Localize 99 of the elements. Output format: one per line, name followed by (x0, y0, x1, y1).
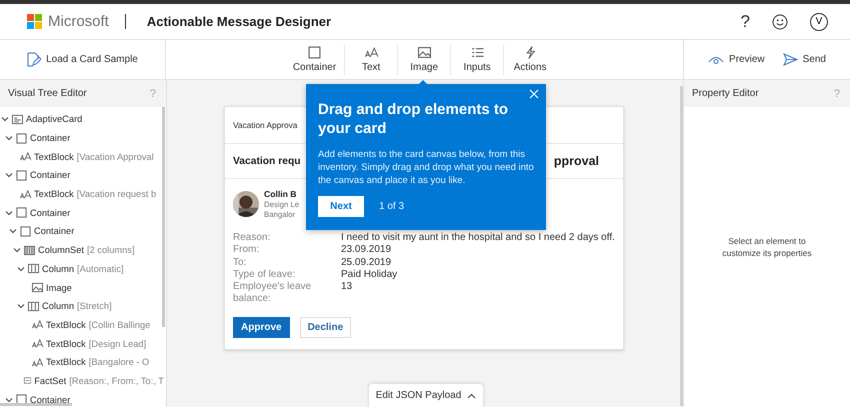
next-button[interactable]: Next (318, 196, 364, 217)
square-icon (16, 207, 27, 218)
tour-text: Add elements to the card canvas below, from this inventory. Simply drag and drop what you need into the canvas and place it as you like. (318, 148, 534, 187)
load-sample-button[interactable]: Load a Card Sample (25, 50, 140, 69)
tree-item-label[interactable]: Column (42, 301, 74, 312)
empty-state-text: Select an element to customize its properties (721, 235, 813, 259)
chevron-icon[interactable] (5, 134, 13, 142)
chevron-icon[interactable] (17, 264, 25, 273)
toolbox-item[interactable]: Container (284, 44, 344, 75)
tree-item-detail: [2 columns] (87, 245, 135, 256)
font-size-icon (32, 356, 43, 368)
decline-button[interactable]: Decline (300, 316, 352, 338)
tree-item-detail: [Bangalore - O (88, 357, 150, 368)
send-button[interactable]: Send (780, 51, 828, 68)
tree-item-label[interactable]: TextBlock (34, 152, 74, 162)
tree-item-label[interactable]: AdaptiveCard (26, 114, 82, 124)
font-size-icon (20, 151, 31, 162)
brand-name: Microsoft (48, 13, 109, 30)
tour-title: Drag and drop elements to your card (318, 100, 510, 138)
chevron-icon[interactable] (5, 396, 13, 404)
fact-value: 25.09.2019 (341, 256, 392, 269)
chevron-icon[interactable] (9, 227, 17, 236)
app-title: Actionable Message Designer (146, 14, 332, 29)
square-icon (16, 170, 27, 181)
toolbox-item[interactable]: Text (345, 44, 398, 75)
toolbox-item[interactable]: Actions (504, 44, 556, 75)
tree-item-label[interactable]: Container (34, 226, 74, 236)
approve-button[interactable]: Approve (233, 316, 290, 338)
tree-item-label[interactable]: Container (30, 170, 70, 180)
image-icon (32, 282, 43, 294)
panel-title: Visual Tree Editor (8, 88, 87, 99)
chevron-icon[interactable] (5, 208, 13, 217)
list-icon (24, 375, 32, 386)
tree-item-label[interactable]: ColumnSet (38, 245, 84, 256)
chevron-up-icon (467, 392, 476, 398)
panel-title: Property Editor (692, 88, 759, 99)
chevron-icon[interactable] (17, 302, 25, 310)
columns-icon (24, 244, 35, 256)
tree-item-detail: [Reason:, From:, To:, T (69, 376, 164, 386)
preview-button[interactable]: Preview (706, 52, 767, 67)
fact-label: Type of leave: (233, 268, 296, 282)
tree-item-label[interactable]: TextBlock (34, 189, 74, 200)
fact-label: To: (233, 256, 248, 269)
tree-item-label[interactable]: Column (42, 264, 74, 274)
tree-item-label[interactable]: FactSet (34, 376, 66, 386)
tree-item-label[interactable]: TextBlock (46, 338, 86, 349)
tree-item-label[interactable]: Container (30, 133, 70, 144)
square-icon (16, 132, 27, 144)
lightning-icon (524, 46, 537, 59)
edit-json-tab[interactable]: Edit JSON Payload (368, 383, 484, 407)
fact-value: 13 (341, 281, 354, 294)
image-icon (418, 46, 431, 59)
chevron-icon[interactable] (5, 171, 13, 180)
logo-icon (27, 14, 42, 29)
toolbox-item[interactable]: Inputs (451, 44, 504, 75)
chevron-icon[interactable] (13, 246, 21, 254)
font-size-icon (32, 338, 43, 350)
tree-item-label[interactable]: Container (30, 208, 70, 218)
tree-item-detail: [Collin Ballinge (88, 320, 150, 330)
tree-item-label[interactable]: Container (30, 394, 70, 405)
fact-value: I need to visit my aunt in the hospital and so I need 2 days off. (341, 232, 615, 244)
tree-item-detail: [Stretch] (77, 301, 112, 312)
fact-label: From: (233, 244, 260, 257)
tree-item-label[interactable]: TextBlock (46, 320, 86, 330)
document-edit-icon (27, 52, 42, 67)
font-size-icon (20, 188, 31, 200)
card-heading: Vacation requ (233, 156, 301, 166)
scrollbar[interactable] (0, 403, 72, 406)
font-size-icon (32, 319, 43, 330)
send-icon (782, 53, 798, 66)
card-icon (12, 114, 23, 125)
tree-item-label[interactable]: TextBlock (46, 357, 86, 368)
column-icon (28, 263, 39, 274)
square-icon (20, 226, 31, 237)
fact-value: Paid Holiday (341, 268, 398, 282)
tree-item-label[interactable]: Image (46, 282, 72, 293)
eye-icon (708, 54, 724, 64)
card-header-text: Vacation Approva (233, 120, 298, 130)
help-button[interactable]: ? (740, 12, 750, 32)
fact-label: Employee's leave balance: (233, 281, 312, 306)
list-icon (470, 46, 484, 59)
toolbox-item[interactable]: Image (398, 44, 450, 75)
column-icon (28, 300, 39, 312)
font-size-icon (364, 46, 378, 59)
tree-item-detail: [Vacation request b (76, 189, 156, 200)
chevron-icon[interactable] (1, 115, 9, 124)
smiley-icon[interactable] (772, 14, 788, 30)
fact-label: Reason: (233, 232, 272, 244)
step-counter: 1 of 3 (379, 201, 404, 212)
person-name: Collin B (264, 188, 296, 200)
close-button[interactable] (528, 88, 540, 100)
scrollbar[interactable] (680, 86, 683, 406)
tree-item-detail: [Automatic] (77, 264, 124, 274)
fact-value: 23.09.2019 (341, 244, 392, 257)
card-heading: pproval (554, 154, 599, 168)
avatar-button[interactable]: V (810, 12, 828, 30)
square-icon (308, 46, 321, 59)
tree-item-detail: [Design Lead] (88, 338, 146, 349)
tree-item-detail: [Vacation Approval (76, 152, 154, 162)
